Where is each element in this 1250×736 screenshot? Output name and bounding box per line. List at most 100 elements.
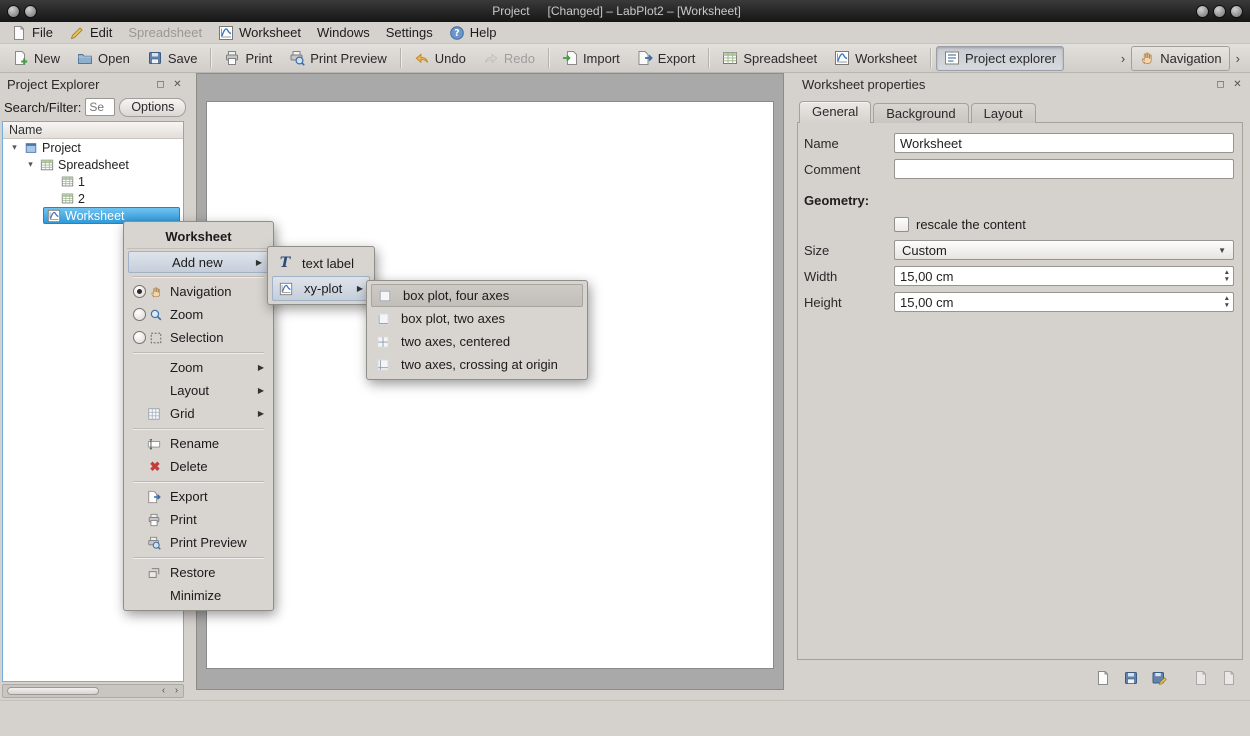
hand-icon [149, 285, 163, 299]
worksheet-scroll-area[interactable] [196, 73, 784, 690]
rescale-checkbox[interactable] [894, 217, 909, 232]
menu-item-delete[interactable]: ✖ Delete [127, 455, 270, 478]
menu-item-restore[interactable]: Restore [127, 561, 270, 584]
tree-item-sheet1[interactable]: 1 [3, 173, 183, 190]
expander-icon[interactable]: ▾ [9, 142, 20, 153]
search-input[interactable] [85, 98, 115, 116]
width-stepper[interactable]: ▲▼ [894, 266, 1234, 286]
comment-label: Comment [802, 162, 894, 177]
project-explorer-toggle[interactable]: Project explorer [936, 46, 1064, 71]
menu-worksheet[interactable]: Worksheet [211, 23, 308, 43]
menu-item-print-preview[interactable]: Print Preview [127, 531, 270, 554]
tab-layout[interactable]: Layout [971, 103, 1036, 123]
menu-item-minimize[interactable]: Minimize [127, 584, 270, 607]
new-button[interactable]: New [5, 46, 68, 71]
expander-icon[interactable]: ▾ [25, 159, 36, 170]
size-select[interactable]: Custom ▼ [894, 240, 1234, 260]
page-icon [1193, 670, 1209, 686]
tree-item-sheet2[interactable]: 2 [3, 190, 183, 207]
window-pin-button[interactable] [24, 5, 37, 18]
size-label: Size [802, 243, 894, 258]
maximize-button[interactable] [1213, 5, 1226, 18]
options-button[interactable]: Options [119, 98, 186, 117]
spin-down-icon[interactable]: ▼ [1224, 302, 1230, 309]
menu-help[interactable]: Help [442, 23, 504, 43]
navigation-mode-button[interactable]: Navigation [1131, 46, 1229, 71]
menu-item-xy-plot[interactable]: xy-plot ▶ [272, 276, 370, 301]
xy-plot-submenu: box plot, four axes box plot, two axes t… [366, 280, 588, 380]
menu-item-export[interactable]: Export [127, 485, 270, 508]
undo-button[interactable]: Undo [406, 46, 474, 71]
spreadsheet-button[interactable]: Spreadsheet [714, 46, 825, 71]
menu-windows[interactable]: Windows [310, 23, 377, 43]
minimize-button[interactable] [1196, 5, 1209, 18]
printer-icon [224, 50, 240, 66]
radio-icon [133, 308, 146, 321]
four-axes-icon [378, 289, 392, 303]
toolbar-overflow-icon[interactable]: › [1116, 51, 1130, 66]
menu-item-print[interactable]: Print [127, 508, 270, 531]
worksheet-properties-dock: Worksheet properties ◻ ✕ General Backgro… [795, 73, 1250, 700]
open-button[interactable]: Open [69, 46, 138, 71]
menu-item-box-plot-two-axes[interactable]: box plot, two axes [370, 307, 584, 330]
toolbar-edge-chevron-icon[interactable]: › [1231, 51, 1245, 66]
width-input[interactable] [894, 266, 1234, 286]
menu-item-grid[interactable]: Grid ▶ [127, 402, 270, 425]
menu-item-add-new[interactable]: Add new ▶ [128, 251, 269, 273]
menu-item-text-label[interactable]: T text label [271, 250, 371, 276]
scroll-right-icon[interactable]: › [170, 685, 183, 697]
menu-item-two-axes-crossing-origin[interactable]: two axes, crossing at origin [370, 353, 584, 376]
save-as-button[interactable] [1148, 668, 1170, 688]
tree-column-header[interactable]: Name [3, 122, 183, 139]
copy-properties-button[interactable] [1190, 668, 1212, 688]
menu-item-box-plot-four-axes[interactable]: box plot, four axes [371, 284, 583, 307]
print-preview-button[interactable]: Print Preview [281, 46, 395, 71]
paste-properties-button[interactable] [1218, 668, 1240, 688]
menu-settings[interactable]: Settings [379, 23, 440, 43]
menu-item-layout[interactable]: Layout ▶ [127, 379, 270, 402]
toolbar-separator [708, 48, 709, 68]
detach-icon[interactable]: ◻ [1212, 76, 1229, 92]
project-icon [24, 141, 38, 155]
name-field[interactable] [894, 133, 1234, 153]
close-button[interactable] [1230, 5, 1243, 18]
menu-item-zoom[interactable]: Zoom ▶ [127, 356, 270, 379]
search-filter-row: Search/Filter: Options [0, 95, 190, 119]
menu-item-two-axes-centered[interactable]: two axes, centered [370, 330, 584, 353]
menu-spreadsheet: Spreadsheet [121, 23, 209, 43]
height-stepper[interactable]: ▲▼ [894, 292, 1234, 312]
scroll-left-icon[interactable]: ‹ [157, 685, 170, 697]
tree-item-spreadsheet[interactable]: ▾ Spreadsheet [3, 156, 183, 173]
tree-item-project[interactable]: ▾ Project [3, 139, 183, 156]
comment-field[interactable] [894, 159, 1234, 179]
tab-general[interactable]: General [799, 101, 871, 123]
sheet-icon [61, 192, 74, 205]
menu-item-selection-mode[interactable]: Selection [127, 326, 270, 349]
worksheet-page[interactable] [206, 101, 774, 669]
save-template-button[interactable] [1120, 668, 1142, 688]
spin-down-icon[interactable]: ▼ [1224, 276, 1230, 283]
new-template-button[interactable] [1092, 668, 1114, 688]
detach-icon[interactable]: ◻ [152, 76, 169, 92]
save-button[interactable]: Save [139, 46, 206, 71]
horizontal-scrollbar[interactable]: ‹ › [2, 684, 184, 698]
search-filter-label: Search/Filter: [4, 100, 81, 115]
spin-up-icon[interactable]: ▲ [1224, 269, 1230, 276]
menu-item-zoom-mode[interactable]: Zoom [127, 303, 270, 326]
menu-item-navigation-mode[interactable]: Navigation [127, 280, 270, 303]
height-input[interactable] [894, 292, 1234, 312]
floppy-icon [147, 50, 163, 66]
worksheet-button[interactable]: Worksheet [826, 46, 925, 71]
close-icon[interactable]: ✕ [1229, 76, 1246, 92]
menu-edit[interactable]: Edit [62, 23, 119, 43]
print-button[interactable]: Print [216, 46, 280, 71]
import-button[interactable]: Import [554, 46, 628, 71]
menu-file[interactable]: File [4, 23, 60, 43]
tab-background[interactable]: Background [873, 103, 968, 123]
export-button[interactable]: Export [629, 46, 704, 71]
window-menu-button[interactable] [7, 5, 20, 18]
close-icon[interactable]: ✕ [169, 76, 186, 92]
spin-up-icon[interactable]: ▲ [1224, 295, 1230, 302]
menu-item-rename[interactable]: Rename [127, 432, 270, 455]
scrollbar-thumb[interactable] [7, 687, 99, 695]
